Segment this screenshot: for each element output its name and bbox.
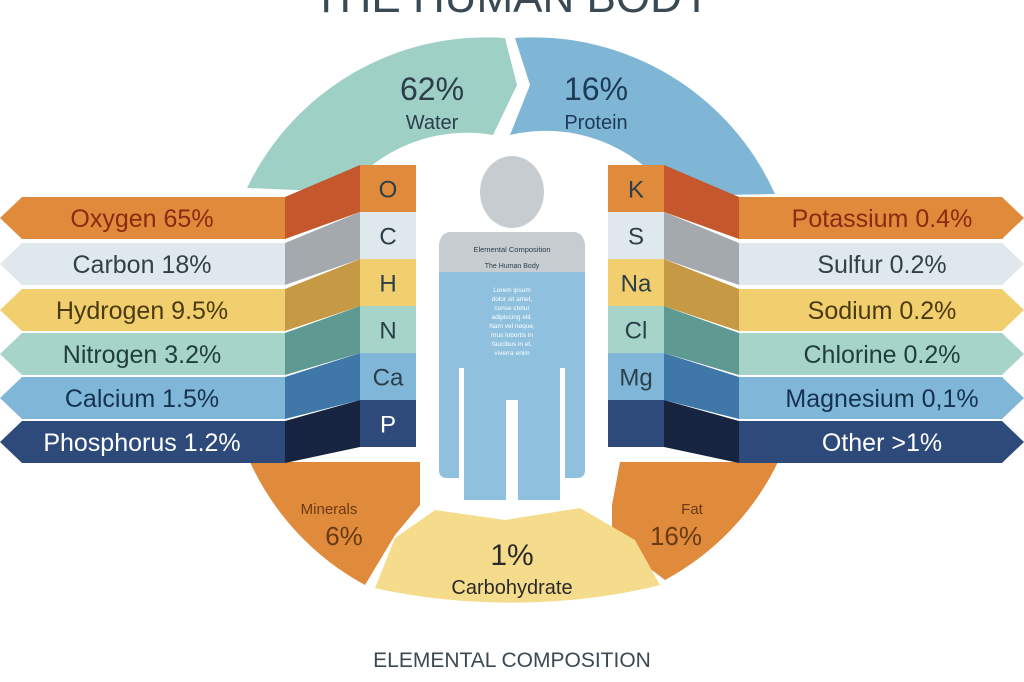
figure-body (439, 232, 585, 500)
element-label: Sulfur 0.2% (817, 251, 946, 279)
element-symbol: P (380, 412, 396, 439)
element-symbol: O (379, 177, 398, 204)
element-symbol: Cl (625, 318, 648, 345)
minerals-label: Minerals (301, 501, 358, 518)
element-symbol: Ca (373, 365, 404, 392)
element-label: Nitrogen 3.2% (63, 341, 221, 369)
figure-body-line: mus lobortis in (491, 332, 533, 339)
water-value: 62% (400, 71, 464, 107)
figure-body-line: adipiscing elit. (492, 314, 533, 321)
left-element-bands: Oxygen 65% O Carbon 18% C Hydrogen 9.5% H Nitr… (0, 165, 416, 463)
footer-caption: ELEMENTAL COMPOSITION (373, 649, 651, 672)
carbohydrate-label: Carbohydrate (451, 577, 572, 599)
element-symbol: Mg (619, 365, 652, 392)
element-label: Calcium 1.5% (65, 385, 219, 413)
element-symbol: K (628, 177, 644, 204)
figure-subheading: The Human Body (485, 263, 540, 270)
human-figure: Elemental Composition The Human Body Lor… (439, 156, 585, 500)
element-label: Carbon 18% (73, 251, 212, 279)
right-element-bands: Potassium 0.4% K Sulfur 0.2% S Sodium 0.2% Na… (608, 165, 1024, 463)
element-symbol: H (379, 271, 396, 298)
figure-body-line: faucibus in et, (492, 341, 532, 348)
fat-value: 16% (650, 521, 702, 551)
element-symbol: C (379, 224, 396, 251)
element-label: Chlorine 0.2% (803, 341, 960, 369)
element-label: Potassium 0.4% (792, 205, 973, 233)
infographic: THE HUMAN BODY 62% Water 16% Protein Min… (0, 0, 1024, 672)
figure-body-line: conse ctetur (494, 305, 530, 312)
element-label: Hydrogen 9.5% (56, 297, 228, 325)
element-label: Sodium 0.2% (808, 297, 957, 325)
element-symbol: N (379, 318, 396, 345)
figure-head (480, 156, 544, 228)
element-symbol: S (628, 224, 644, 251)
element-symbol: Na (621, 271, 652, 298)
minerals-value: 6% (325, 521, 363, 551)
figure-body-line: viverra enim (494, 350, 529, 357)
figure-body-line: dolor sit amet, (492, 296, 533, 303)
element-symbol-tile (608, 400, 664, 447)
protein-label: Protein (564, 112, 627, 134)
carbohydrate-value: 1% (490, 539, 533, 572)
fat-label: Fat (681, 501, 704, 518)
figure-heading: Elemental Composition (473, 245, 550, 254)
figure-body-line: Lorem ipsum (493, 287, 531, 294)
water-label: Water (406, 112, 459, 134)
element-label: Other >1% (822, 429, 942, 457)
figure-body-line: Nam vel neque, (489, 323, 535, 330)
page-title: THE HUMAN BODY (313, 0, 711, 22)
element-label: Phosphorus 1.2% (43, 429, 240, 457)
protein-value: 16% (564, 71, 628, 107)
element-label: Magnesium 0,1% (785, 385, 978, 413)
element-label: Oxygen 65% (70, 205, 213, 233)
